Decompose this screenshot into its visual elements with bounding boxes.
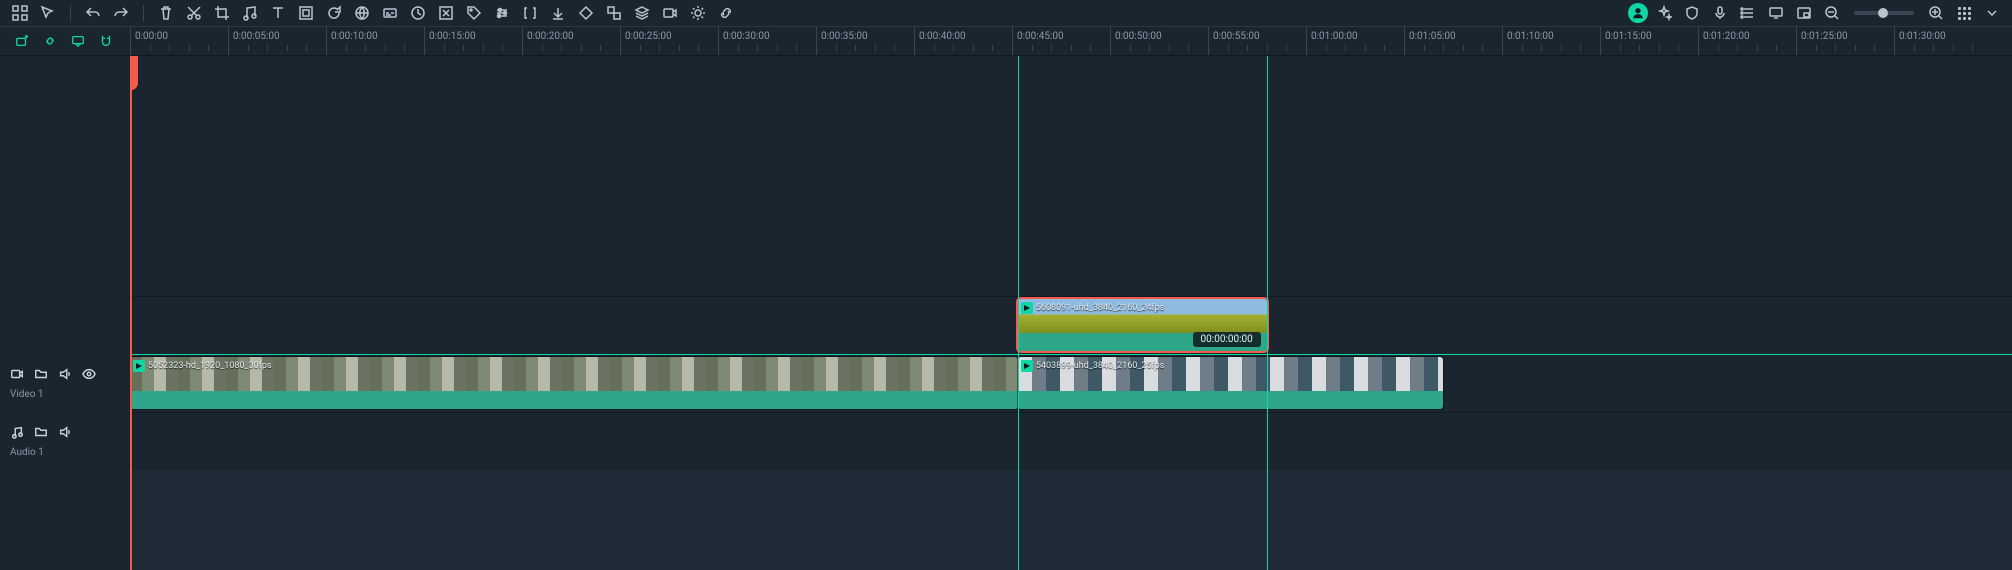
chevron-down-icon[interactable] [1980, 1, 2004, 25]
eye-icon[interactable] [82, 366, 96, 385]
group-icon[interactable] [602, 1, 626, 25]
tracks-area[interactable]: 5052323-hd_1920_1080_30fps 5403899-uhd_3… [130, 56, 2012, 570]
magnet-icon[interactable] [96, 31, 116, 51]
adjust-icon[interactable] [490, 1, 514, 25]
clip-title: 5052323-hd_1920_1080_30fps [148, 361, 1014, 371]
keyframe-icon[interactable] [574, 1, 598, 25]
zoom-slider[interactable] [1854, 11, 1914, 15]
mic-icon[interactable] [1708, 1, 1732, 25]
undo-icon[interactable] [81, 1, 105, 25]
mute-icon[interactable] [58, 424, 72, 443]
video-track-header[interactable]: Video 1 [0, 354, 130, 412]
layers-icon[interactable] [630, 1, 654, 25]
separator [70, 5, 71, 21]
zoom-out-icon[interactable] [1820, 1, 1844, 25]
folder-icon[interactable] [34, 424, 48, 443]
clock-icon[interactable] [406, 1, 430, 25]
audio-track-label: Audio 1 [10, 447, 130, 458]
arrow-down-icon[interactable] [546, 1, 570, 25]
video-track-label: Video 1 [10, 389, 130, 400]
empty-area [130, 56, 2012, 296]
tag-icon[interactable] [462, 1, 486, 25]
trash-icon[interactable] [154, 1, 178, 25]
video-icon [133, 360, 145, 372]
globe-icon[interactable] [350, 1, 374, 25]
music-icon[interactable] [238, 1, 262, 25]
camera-icon [10, 366, 24, 385]
audio-track-header[interactable]: Audio 1 [0, 412, 130, 470]
subtitle-icon[interactable] [378, 1, 402, 25]
redo-icon[interactable] [109, 1, 133, 25]
timeline-body: Video 1 Audio 1 5052323-hd_1920_1080_30f… [0, 56, 2012, 570]
shield-icon[interactable] [1680, 1, 1704, 25]
view-options-icon[interactable] [1952, 1, 1976, 25]
video-icon [1021, 360, 1033, 372]
audio-lane[interactable] [130, 412, 2012, 470]
list-icon[interactable] [1736, 1, 1760, 25]
link-tracks-icon[interactable] [40, 31, 60, 51]
zoom-in-icon[interactable] [1924, 1, 1948, 25]
crop-icon[interactable] [210, 1, 234, 25]
text-icon[interactable] [266, 1, 290, 25]
select-icon[interactable] [36, 1, 60, 25]
track-control-bar [0, 27, 130, 55]
note-icon [10, 424, 24, 443]
device-icon[interactable] [1764, 1, 1788, 25]
folder-icon[interactable] [34, 366, 48, 385]
grid-icon[interactable] [8, 1, 32, 25]
clip-forest[interactable]: 5052323-hd_1920_1080_30fps [130, 357, 1018, 409]
frame-icon[interactable] [294, 1, 318, 25]
clip-time-badge: 00:00:00:00 [1193, 332, 1261, 347]
clip-field[interactable]: 5608091-uhd_3840_2160_24fps 00:00:00:00 [1018, 299, 1267, 351]
time-ruler[interactable]: 0:00:000:00:05:000:00:10:000:00:15:000:0… [130, 27, 2012, 55]
timeline-header: 0:00:000:00:05:000:00:10:000:00:15:000:0… [0, 26, 2012, 56]
cut-icon[interactable] [182, 1, 206, 25]
fit-icon[interactable] [434, 1, 458, 25]
clip-coast[interactable]: 5403899-uhd_3840_2160_25fps [1018, 357, 1443, 409]
effects-icon[interactable] [686, 1, 710, 25]
snap-guide-horizontal [130, 354, 2012, 355]
clip-title: 5608091-uhd_3840_2160_24fps [1036, 303, 1263, 313]
clip-title: 5403899-uhd_3840_2160_25fps [1036, 361, 1439, 371]
link-icon[interactable] [714, 1, 738, 25]
playhead[interactable] [130, 56, 132, 570]
separator [143, 5, 144, 21]
bracket-icon[interactable] [518, 1, 542, 25]
top-toolbar [0, 0, 2012, 26]
sparkle-icon[interactable] [1652, 1, 1676, 25]
mute-icon[interactable] [58, 366, 72, 385]
record-icon[interactable] [658, 1, 682, 25]
avatar-icon[interactable] [1628, 3, 1648, 23]
marker-icon[interactable] [68, 31, 88, 51]
snap-guide-vertical [1267, 56, 1268, 570]
video-icon [1021, 302, 1033, 314]
pip-icon[interactable] [1792, 1, 1816, 25]
add-track-icon[interactable] [12, 31, 32, 51]
snap-guide-vertical [1018, 56, 1019, 570]
rotate-icon[interactable] [322, 1, 346, 25]
tracks-gutter: Video 1 Audio 1 [0, 56, 130, 570]
playhead-handle[interactable] [130, 56, 138, 90]
